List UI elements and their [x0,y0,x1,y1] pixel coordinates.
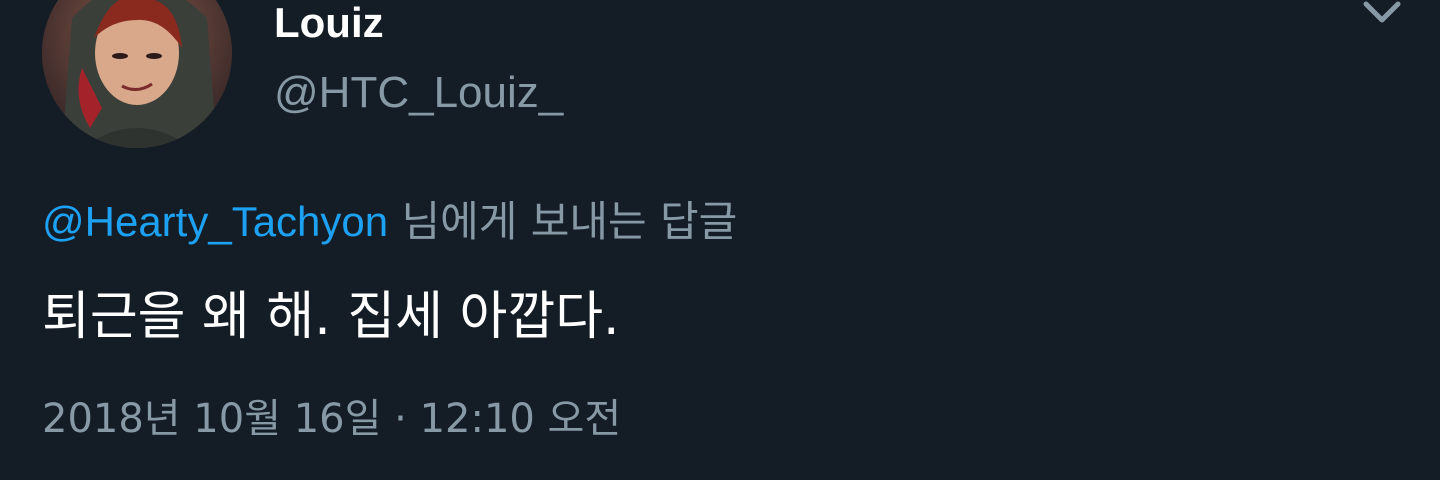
reply-context-label: 님에게 보내는 답글 [388,197,738,246]
reply-context: @Hearty_Tachyon 님에게 보내는 답글 [42,196,737,248]
chevron-down-icon[interactable] [1362,0,1402,26]
tweet-timestamp[interactable]: 2018년 10월 16일 · 12:10 오전 [42,393,621,445]
reply-mention-link[interactable]: @Hearty_Tachyon [42,198,388,245]
tweet-text: 퇴근을 왜 해. 집세 아깝다. [42,287,620,347]
avatar[interactable] [42,0,232,148]
user-handle[interactable]: @HTC_Louiz_ [274,68,563,118]
display-name[interactable]: Louiz [274,0,384,46]
tweet-detail: Louiz @HTC_Louiz_ @Hearty_Tachyon 님에게 보내… [0,0,1440,480]
avatar-image [42,0,232,148]
